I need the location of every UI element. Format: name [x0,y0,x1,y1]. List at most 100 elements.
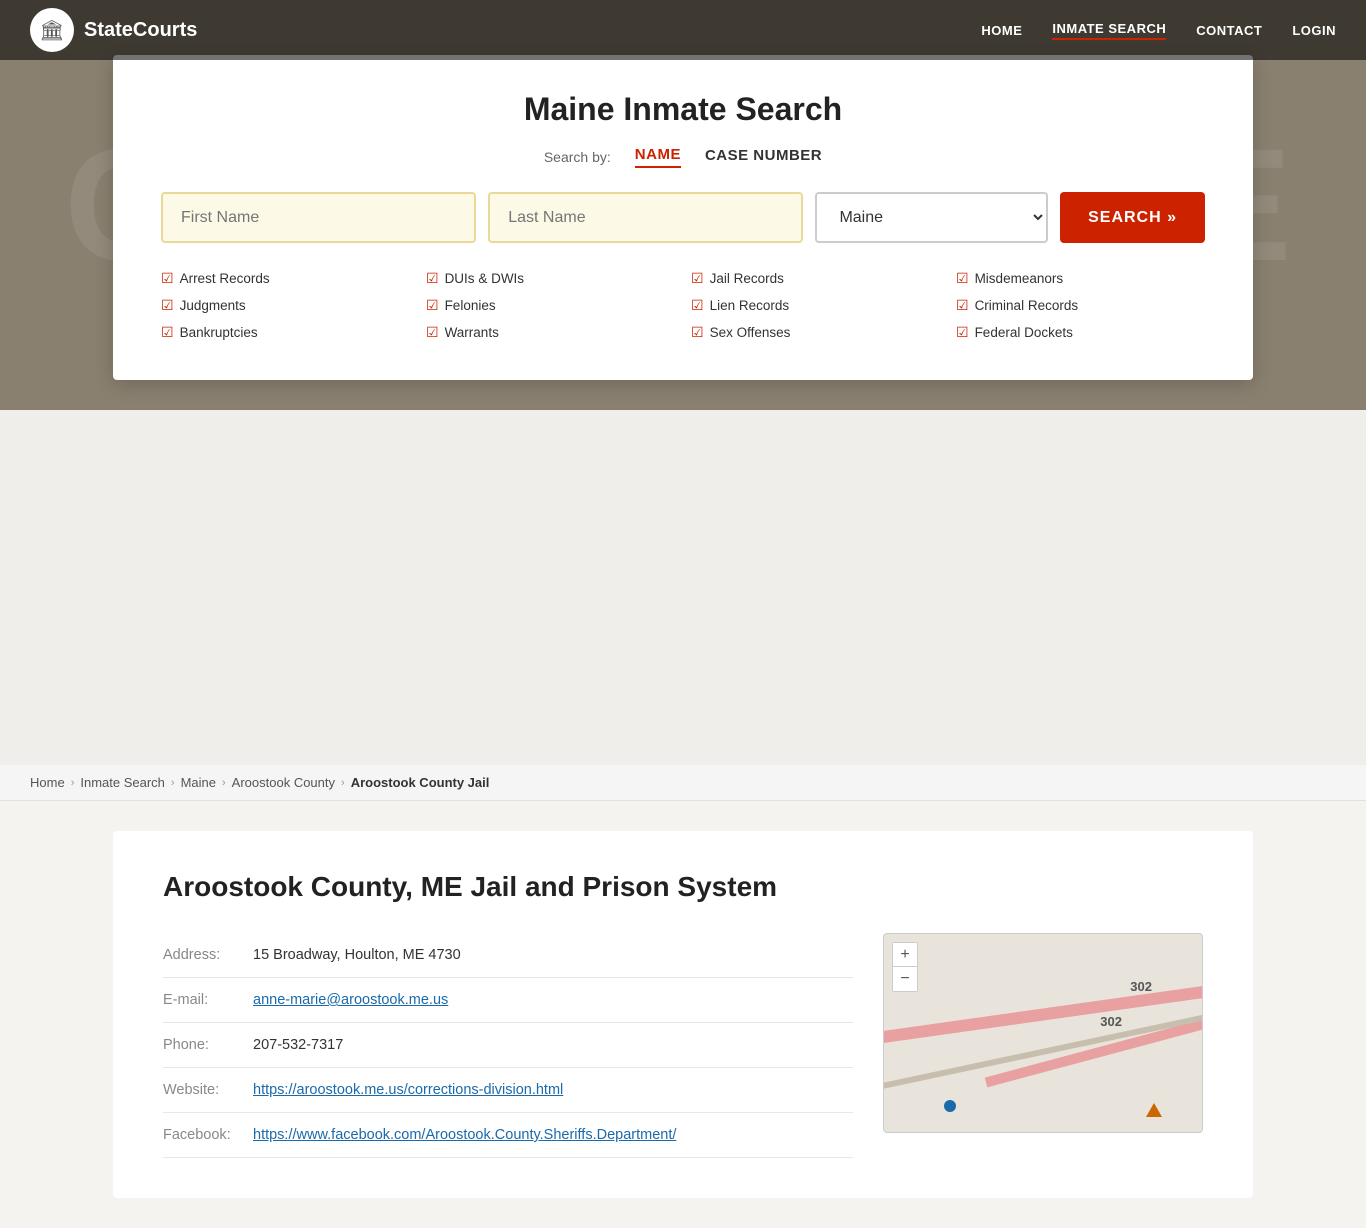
brand-logo: 🏛 [30,8,74,52]
field-label: Address: [163,933,253,978]
main-content: Aroostook County, ME Jail and Prison Sys… [0,801,1366,1228]
list-item: ☑ Jail Records [691,267,940,290]
check-icon: ☑ [426,297,439,314]
map-zoom-in[interactable]: + [893,943,917,967]
list-item: ☑ Misdemeanors [956,267,1205,290]
map-section: + − 302 302 [883,933,1203,1158]
search-card: Maine Inmate Search Search by: NAME CASE… [113,55,1253,380]
field-label: Phone: [163,1023,253,1068]
map-zoom-controls: + − [892,942,918,992]
brand-link[interactable]: 🏛 StateCourts [30,8,197,52]
navbar: 🏛 StateCourts HOME INMATE SEARCH CONTACT… [0,0,1366,60]
last-name-input[interactable] [488,192,803,243]
map-zoom-out[interactable]: − [893,967,917,991]
check-icon: ☑ [426,324,439,341]
checklist-label: Arrest Records [180,271,270,286]
nav-links: HOME INMATE SEARCH CONTACT LOGIN [981,21,1336,40]
check-icon: ☑ [691,270,704,287]
checklist-label: DUIs & DWIs [445,271,525,286]
breadcrumb-home[interactable]: Home [30,775,65,790]
check-icon: ☑ [956,270,969,287]
checklist-label: Judgments [180,298,246,313]
check-icon: ☑ [426,270,439,287]
list-item: ☑ Lien Records [691,294,940,317]
list-item: ☑ Bankruptcies [161,321,410,344]
checklist-label: Felonies [445,298,496,313]
checklist-label: Jail Records [710,271,784,286]
checklist-label: Bankruptcies [180,325,258,340]
breadcrumb-maine[interactable]: Maine [181,775,216,790]
list-item: ☑ Warrants [426,321,675,344]
map-marker [1146,1103,1162,1117]
check-icon: ☑ [161,297,174,314]
breadcrumb: Home › Inmate Search › Maine › Aroostook… [0,765,1366,801]
field-value: 207-532-7317 [253,1023,853,1068]
search-button[interactable]: SEARCH » [1060,192,1205,243]
check-icon: ☑ [956,297,969,314]
check-icon: ☑ [956,324,969,341]
info-section: Address: 15 Broadway, Houlton, ME 4730 E… [163,933,853,1158]
check-icon: ☑ [691,324,704,341]
content-body: Address: 15 Broadway, Houlton, ME 4730 E… [163,933,1203,1158]
table-row: Address: 15 Broadway, Houlton, ME 4730 [163,933,853,978]
checklist-label: Federal Dockets [975,325,1073,340]
table-row: E-mail: anne-marie@aroostook.me.us [163,978,853,1023]
table-row: Phone: 207-532-7317 [163,1023,853,1068]
search-row: Maine SEARCH » [161,192,1205,243]
map-road-label: 302 [1130,979,1152,994]
field-value: 15 Broadway, Houlton, ME 4730 [253,933,853,978]
list-item: ☑ Federal Dockets [956,321,1205,344]
field-label: Facebook: [163,1113,253,1158]
breadcrumb-separator: › [71,777,75,789]
field-value: anne-marie@aroostook.me.us [253,978,853,1023]
checklist-label: Lien Records [710,298,790,313]
nav-inmate-search[interactable]: INMATE SEARCH [1052,21,1166,40]
search-title: Maine Inmate Search [161,91,1205,128]
breadcrumb-separator: › [222,777,226,789]
state-select[interactable]: Maine [815,192,1048,243]
list-item: ☑ DUIs & DWIs [426,267,675,290]
email-link[interactable]: anne-marie@aroostook.me.us [253,992,448,1008]
search-tabs: Search by: NAME CASE NUMBER [161,146,1205,168]
facebook-link[interactable]: https://www.facebook.com/Aroostook.Count… [253,1127,676,1143]
website-link[interactable]: https://aroostook.me.us/corrections-divi… [253,1082,563,1098]
check-icon: ☑ [161,324,174,341]
checklist-label: Warrants [445,325,499,340]
field-value: https://aroostook.me.us/corrections-divi… [253,1068,853,1113]
checklist-label: Sex Offenses [710,325,791,340]
checklist-label: Misdemeanors [975,271,1064,286]
content-card: Aroostook County, ME Jail and Prison Sys… [113,831,1253,1198]
tab-name[interactable]: NAME [635,146,681,168]
check-icon: ☑ [691,297,704,314]
content-title: Aroostook County, ME Jail and Prison Sys… [163,871,1203,903]
breadcrumb-separator: › [171,777,175,789]
map-location-dot [944,1100,956,1112]
nav-contact[interactable]: CONTACT [1196,23,1262,38]
checklist-label: Criminal Records [975,298,1079,313]
search-by-label: Search by: [544,149,611,165]
breadcrumb-inmate-search[interactable]: Inmate Search [80,775,165,790]
breadcrumb-aroostook-county[interactable]: Aroostook County [232,775,335,790]
list-item: ☑ Felonies [426,294,675,317]
list-item: ☑ Sex Offenses [691,321,940,344]
map-road-label: 302 [1100,1014,1122,1029]
info-table: Address: 15 Broadway, Houlton, ME 4730 E… [163,933,853,1158]
tab-case-number[interactable]: CASE NUMBER [705,147,822,167]
first-name-input[interactable] [161,192,476,243]
field-label: Website: [163,1068,253,1113]
list-item: ☑ Arrest Records [161,267,410,290]
breadcrumb-current: Aroostook County Jail [351,775,490,790]
nav-login[interactable]: LOGIN [1292,23,1336,38]
brand-name: StateCourts [84,19,197,42]
breadcrumb-separator: › [341,777,345,789]
field-label: E-mail: [163,978,253,1023]
field-value: https://www.facebook.com/Aroostook.Count… [253,1113,853,1158]
list-item: ☑ Criminal Records [956,294,1205,317]
map-road [985,971,1203,1088]
checklist-grid: ☑ Arrest Records ☑ DUIs & DWIs ☑ Jail Re… [161,267,1205,344]
table-row: Website: https://aroostook.me.us/correct… [163,1068,853,1113]
nav-home[interactable]: HOME [981,23,1022,38]
list-item: ☑ Judgments [161,294,410,317]
table-row: Facebook: https://www.facebook.com/Aroos… [163,1113,853,1158]
check-icon: ☑ [161,270,174,287]
